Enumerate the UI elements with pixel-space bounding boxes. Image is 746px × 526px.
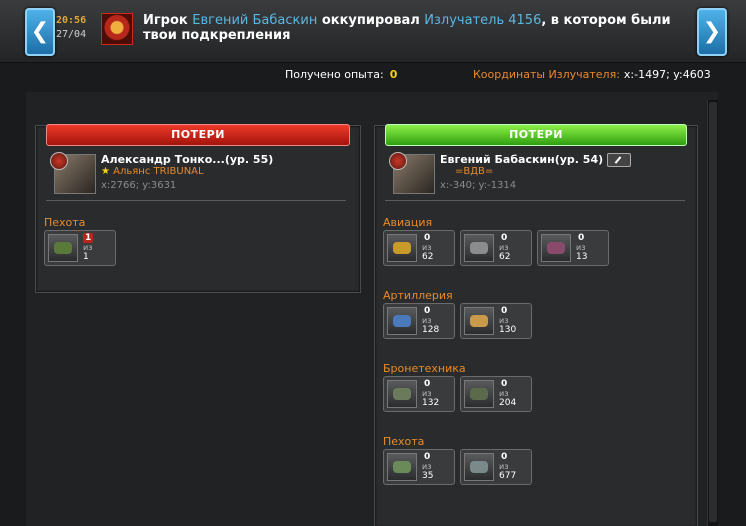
msg-prefix: Игрок bbox=[143, 13, 188, 28]
player-coordinates: x:2766; y:3631 bbox=[101, 180, 177, 191]
alliance-name[interactable]: =ВДВ= bbox=[455, 166, 493, 177]
unit-lost: 0 bbox=[578, 233, 585, 243]
defender-losses-panel: ПОТЕРИ Евгений Бабаскин(ур. 54) =ВДВ= x:… bbox=[374, 124, 698, 526]
unit-card[interactable]: 1 из 1 bbox=[44, 230, 116, 266]
alliance-label: Альянс TRIBUNAL bbox=[113, 166, 204, 177]
unit-icon bbox=[464, 234, 494, 262]
rank-icon bbox=[50, 152, 68, 170]
unit-of: из bbox=[422, 316, 432, 325]
player-info: Евгений Бабаскин(ур. 54) =ВДВ= x:-340; y… bbox=[385, 152, 685, 201]
unit-lost: 0 bbox=[424, 233, 431, 243]
unit-icon bbox=[48, 234, 78, 262]
scrollbar[interactable] bbox=[707, 100, 718, 526]
unit-icon bbox=[464, 380, 494, 408]
category-title: Авиация bbox=[383, 216, 433, 229]
unit-lost: 0 bbox=[424, 306, 431, 316]
player-name-label[interactable]: Евгений Бабаскин(ур. 54) bbox=[440, 153, 603, 166]
category-title: Бронетехника bbox=[383, 362, 466, 375]
player-link[interactable]: Евгений Бабаскин bbox=[192, 13, 317, 28]
unit-lost: 0 bbox=[501, 379, 508, 389]
category-title: Пехота bbox=[44, 216, 86, 229]
unit-card[interactable]: 0 из 130 bbox=[460, 303, 532, 339]
experience-info: Получено опыта: 0 bbox=[285, 68, 397, 81]
player-name[interactable]: Александр Тонко...(ур. 55) bbox=[101, 153, 273, 166]
unit-icon bbox=[387, 234, 417, 262]
player-coordinates: x:-340; y:-1314 bbox=[440, 180, 517, 191]
unit-total: 35 bbox=[422, 471, 434, 481]
unit-total: 130 bbox=[499, 325, 517, 335]
player-info: Александр Тонко...(ур. 55) ★ Альянс TRIB… bbox=[46, 152, 346, 201]
event-date: 27/04 bbox=[56, 29, 87, 40]
unit-of: из bbox=[422, 462, 432, 471]
unit-card[interactable]: 0 из 132 bbox=[383, 376, 455, 412]
unit-card[interactable]: 0 из 128 bbox=[383, 303, 455, 339]
unit-of: из bbox=[422, 243, 432, 252]
unit-icon bbox=[464, 307, 494, 335]
unit-lost: 0 bbox=[501, 452, 508, 462]
prev-arrow-button[interactable]: ❮ bbox=[25, 8, 55, 56]
unit-card[interactable]: 0 из 13 bbox=[537, 230, 609, 266]
unit-icon bbox=[541, 234, 571, 262]
target-link[interactable]: Излучатель 4156 bbox=[424, 13, 541, 28]
scrollbar-thumb[interactable] bbox=[709, 102, 717, 522]
unit-lost: 1 bbox=[83, 233, 94, 243]
unit-total: 132 bbox=[422, 398, 440, 408]
unit-lost: 0 bbox=[424, 379, 431, 389]
unit-lost: 0 bbox=[424, 452, 431, 462]
star-icon: ★ bbox=[101, 166, 110, 177]
chevron-left-icon: ❮ bbox=[30, 19, 50, 44]
unit-of: из bbox=[576, 243, 586, 252]
coord-label: Координаты Излучателя: bbox=[473, 68, 620, 81]
emitter-coordinates: Координаты Излучателя: x:-1497; y:4603 bbox=[473, 68, 711, 81]
unit-of: из bbox=[499, 389, 509, 398]
next-arrow-button[interactable]: ❯ bbox=[697, 8, 727, 56]
unit-icon bbox=[387, 307, 417, 335]
unit-total: 62 bbox=[499, 252, 511, 262]
unit-of: из bbox=[499, 316, 509, 325]
event-timestamp: 20:56 27/04 bbox=[56, 14, 96, 42]
unit-icon bbox=[387, 380, 417, 408]
exp-value: 0 bbox=[389, 68, 398, 81]
coord-value: x:-1497; y:4603 bbox=[623, 68, 711, 81]
unit-total: 13 bbox=[576, 252, 588, 262]
losses-header: ПОТЕРИ bbox=[385, 124, 687, 146]
top-bar: ❮ 20:56 27/04 Игрок Евгений Бабаскин окк… bbox=[0, 0, 746, 63]
unit-icon bbox=[387, 453, 417, 481]
event-time: 20:56 bbox=[56, 15, 87, 26]
explosion-icon bbox=[101, 13, 133, 45]
attacker-losses-panel: ПОТЕРИ Александр Тонко...(ур. 55) ★ Алья… bbox=[35, 124, 361, 293]
unit-total: 204 bbox=[499, 398, 517, 408]
unit-total: 62 bbox=[422, 252, 434, 262]
unit-card[interactable]: 0 из 677 bbox=[460, 449, 532, 485]
unit-of: из bbox=[499, 462, 509, 471]
unit-lost: 0 bbox=[501, 306, 508, 316]
alliance-name[interactable]: ★ Альянс TRIBUNAL bbox=[101, 166, 204, 177]
edit-icon[interactable] bbox=[607, 153, 632, 167]
msg-middle: оккупировал bbox=[321, 13, 420, 28]
unit-card[interactable]: 0 из 62 bbox=[383, 230, 455, 266]
unit-of: из bbox=[499, 243, 509, 252]
unit-card[interactable]: 0 из 35 bbox=[383, 449, 455, 485]
rank-icon bbox=[389, 152, 407, 170]
unit-icon bbox=[464, 453, 494, 481]
unit-total: 128 bbox=[422, 325, 440, 335]
player-name: Евгений Бабаскин(ур. 54) bbox=[440, 153, 632, 167]
stats-row: Получено опыта: 0 Координаты Излучателя: x… bbox=[0, 66, 746, 84]
event-message: Игрок Евгений Бабаскин оккупировал Излуч… bbox=[143, 13, 688, 43]
losses-header: ПОТЕРИ bbox=[46, 124, 350, 146]
unit-of: из bbox=[83, 243, 93, 252]
exp-label: Получено опыта: bbox=[285, 68, 384, 81]
unit-total: 1 bbox=[83, 252, 89, 262]
unit-card[interactable]: 0 из 204 bbox=[460, 376, 532, 412]
unit-of: из bbox=[422, 389, 432, 398]
category-title: Пехота bbox=[383, 435, 425, 448]
unit-total: 677 bbox=[499, 471, 517, 481]
chevron-right-icon: ❯ bbox=[702, 19, 722, 44]
category-title: Артиллерия bbox=[383, 289, 453, 302]
unit-card[interactable]: 0 из 62 bbox=[460, 230, 532, 266]
unit-lost: 0 bbox=[501, 233, 508, 243]
battle-report-page: ❮ 20:56 27/04 Игрок Евгений Бабаскин окк… bbox=[0, 0, 746, 526]
